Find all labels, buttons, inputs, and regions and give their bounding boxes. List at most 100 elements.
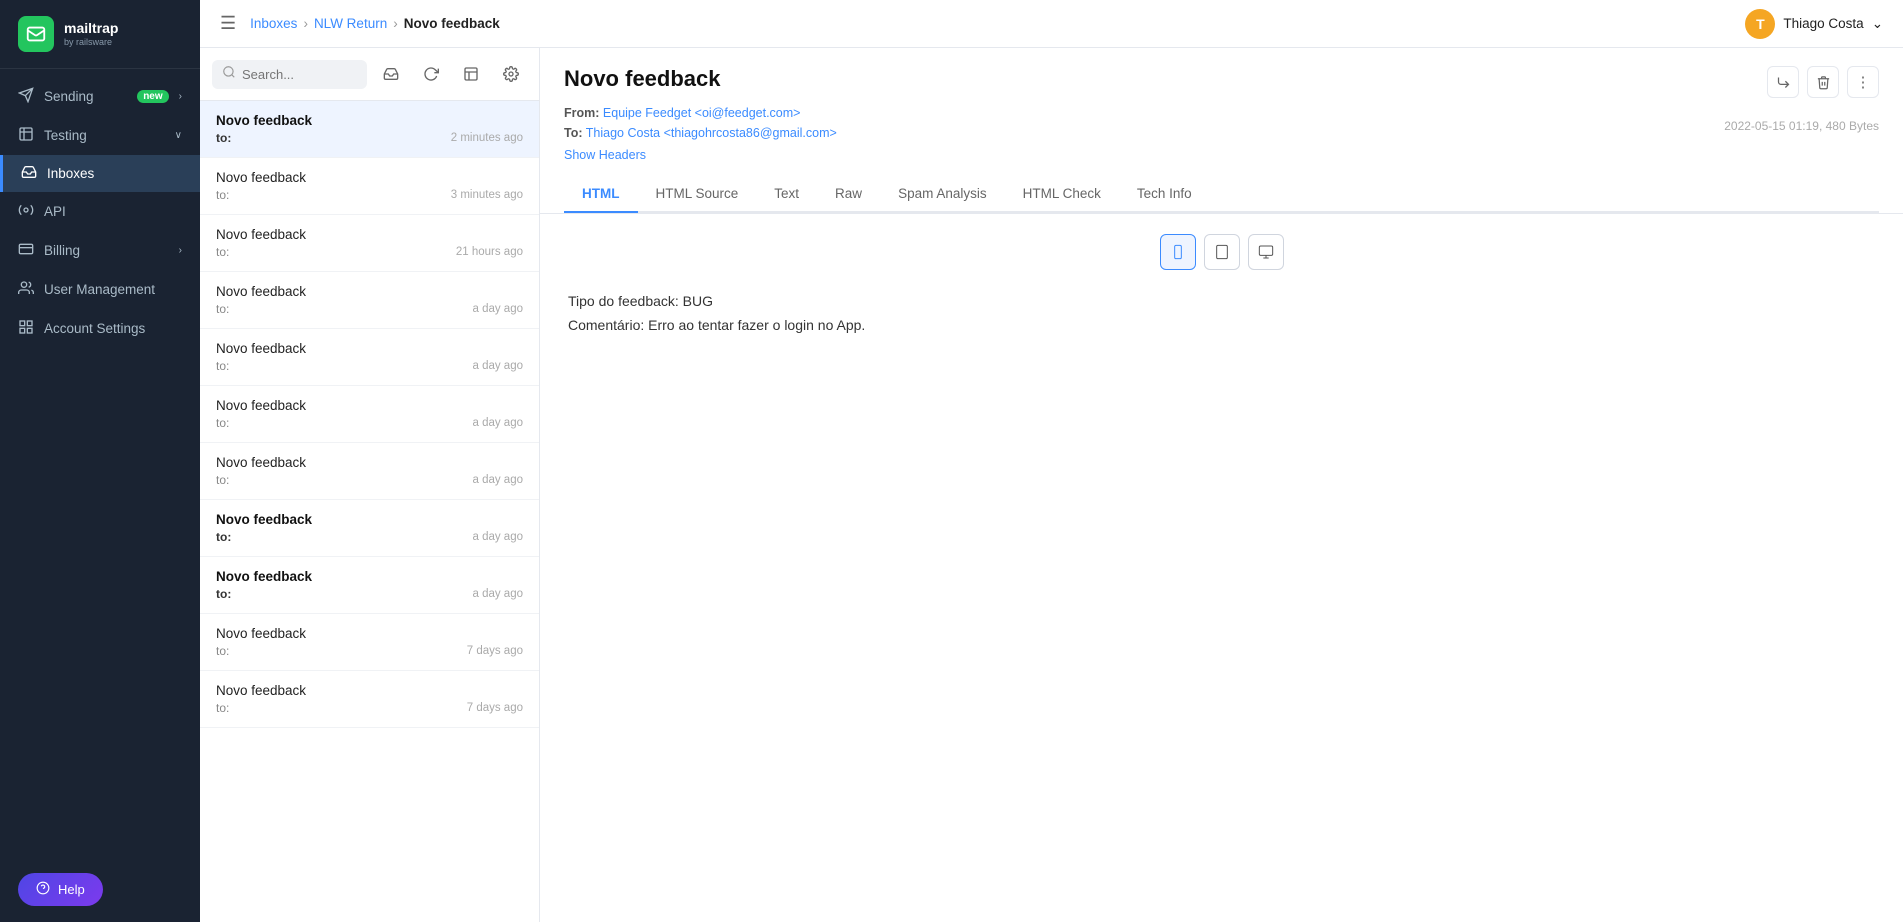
- tab-text[interactable]: Text: [756, 176, 817, 213]
- from-value: Equipe Feedget <oi@feedget.com>: [603, 106, 801, 120]
- email-to: to:: [216, 359, 229, 373]
- email-list-item[interactable]: Novo feedback to: a day ago: [200, 443, 539, 500]
- show-headers-link[interactable]: Show Headers: [564, 148, 646, 162]
- to-label: To:: [564, 126, 583, 140]
- testing-label: Testing: [44, 128, 165, 143]
- view-toggle: [564, 234, 1879, 270]
- email-list-item[interactable]: Novo feedback to: 2 minutes ago: [200, 101, 539, 158]
- filter-icon-btn[interactable]: [455, 58, 487, 90]
- api-icon: [18, 202, 34, 221]
- email-subject: Novo feedback: [216, 341, 523, 356]
- detail-title: Novo feedback: [564, 66, 721, 92]
- email-toolbar: [200, 48, 539, 101]
- sidebar-item-account-settings[interactable]: Account Settings: [0, 309, 200, 348]
- detail-title-row: Novo feedback ⋮: [564, 66, 1879, 98]
- tab-html-source[interactable]: HTML Source: [638, 176, 757, 213]
- email-subject: Novo feedback: [216, 170, 523, 185]
- mobile-view-button[interactable]: [1160, 234, 1196, 270]
- help-button[interactable]: Help: [18, 873, 103, 906]
- sending-label: Sending: [44, 89, 127, 104]
- email-to: to:: [216, 416, 229, 430]
- email-list-item[interactable]: Novo feedback to: a day ago: [200, 329, 539, 386]
- sidebar-item-api[interactable]: API: [0, 192, 200, 231]
- from-label: From:: [564, 106, 599, 120]
- email-list-panel: Novo feedback to: 2 minutes ago Novo fee…: [200, 48, 540, 922]
- chevron-down-icon: ⌄: [1872, 16, 1883, 32]
- email-to: to:: [216, 188, 229, 202]
- content: Novo feedback to: 2 minutes ago Novo fee…: [200, 48, 1903, 922]
- settings-icon: [18, 319, 34, 338]
- email-list-item[interactable]: Novo feedback to: a day ago: [200, 500, 539, 557]
- email-list-item[interactable]: Novo feedback to: a day ago: [200, 557, 539, 614]
- app-sub: by railsware: [64, 37, 118, 47]
- breadcrumb: Inboxes › NLW Return › Novo feedback: [250, 16, 500, 31]
- tab-raw[interactable]: Raw: [817, 176, 880, 213]
- email-list-item[interactable]: Novo feedback to: 21 hours ago: [200, 215, 539, 272]
- email-time: a day ago: [472, 303, 523, 315]
- help-label: Help: [58, 882, 85, 897]
- search-input[interactable]: [242, 67, 357, 82]
- menu-icon[interactable]: ☰: [220, 13, 236, 34]
- sending-badge: new: [137, 90, 168, 103]
- email-to: to:: [216, 701, 229, 715]
- sidebar-item-billing[interactable]: Billing ›: [0, 231, 200, 270]
- topbar: ☰ Inboxes › NLW Return › Novo feedback T…: [200, 0, 1903, 48]
- tablet-view-button[interactable]: [1204, 234, 1240, 270]
- email-subject: Novo feedback: [216, 284, 523, 299]
- tab-html[interactable]: HTML: [564, 176, 638, 213]
- breadcrumb-inboxes[interactable]: Inboxes: [250, 16, 297, 31]
- body-line-1: Tipo do feedback: BUG: [568, 290, 1875, 314]
- sidebar-item-sending[interactable]: Sending new ›: [0, 77, 200, 116]
- users-icon: [18, 280, 34, 299]
- api-label: API: [44, 204, 182, 219]
- detail-tabs: HTMLHTML SourceTextRawSpam AnalysisHTML …: [564, 176, 1879, 213]
- detail-body: Tipo do feedback: BUG Comentário: Erro a…: [540, 214, 1903, 922]
- billing-label: Billing: [44, 243, 169, 258]
- testing-icon: [18, 126, 34, 145]
- sidebar-bottom: Help: [0, 857, 200, 922]
- tab-spam-analysis[interactable]: Spam Analysis: [880, 176, 1005, 213]
- detail-timestamp: 2022-05-15 01:19, 480 Bytes: [1724, 119, 1879, 133]
- email-list-item[interactable]: Novo feedback to: a day ago: [200, 386, 539, 443]
- desktop-view-button[interactable]: [1248, 234, 1284, 270]
- inbox-icon: [21, 164, 37, 183]
- sidebar-item-testing[interactable]: Testing ∨: [0, 116, 200, 155]
- more-options-button[interactable]: ⋮: [1847, 66, 1879, 98]
- email-subject: Novo feedback: [216, 626, 523, 641]
- email-time: a day ago: [472, 417, 523, 429]
- chevron-right-icon-2: ›: [179, 245, 182, 256]
- email-time: a day ago: [472, 474, 523, 486]
- email-to: to:: [216, 302, 229, 316]
- sidebar-item-user-management[interactable]: User Management: [0, 270, 200, 309]
- sidebar-item-inboxes[interactable]: Inboxes: [0, 155, 200, 192]
- email-subject: Novo feedback: [216, 569, 523, 584]
- email-time: 7 days ago: [467, 645, 523, 657]
- refresh-icon-btn[interactable]: [415, 58, 447, 90]
- forward-button[interactable]: [1767, 66, 1799, 98]
- email-content: Tipo do feedback: BUG Comentário: Erro a…: [564, 290, 1879, 338]
- email-detail: Novo feedback ⋮ From:: [540, 48, 1903, 922]
- email-time: a day ago: [472, 588, 523, 600]
- email-list: Novo feedback to: 2 minutes ago Novo fee…: [200, 101, 539, 922]
- chevron-down-icon: ∨: [175, 130, 182, 141]
- breadcrumb-nlw[interactable]: NLW Return: [314, 16, 387, 31]
- app-name: mailtrap: [64, 21, 118, 36]
- inbox-icon-btn[interactable]: [375, 58, 407, 90]
- email-to: to:: [216, 245, 229, 259]
- email-list-item[interactable]: Novo feedback to: 7 days ago: [200, 614, 539, 671]
- email-list-item[interactable]: Novo feedback to: 3 minutes ago: [200, 158, 539, 215]
- delete-button[interactable]: [1807, 66, 1839, 98]
- logo: mailtrap by railsware: [0, 0, 200, 69]
- email-list-item[interactable]: Novo feedback to: a day ago: [200, 272, 539, 329]
- user-menu-button[interactable]: T Thiago Costa ⌄: [1745, 9, 1883, 39]
- help-icon: [36, 881, 50, 898]
- account-settings-label: Account Settings: [44, 321, 182, 336]
- email-to: to:: [216, 587, 231, 601]
- tab-html-check[interactable]: HTML Check: [1005, 176, 1119, 213]
- tab-tech-info[interactable]: Tech Info: [1119, 176, 1210, 213]
- settings-icon-btn[interactable]: [495, 58, 527, 90]
- email-subject: Novo feedback: [216, 113, 523, 128]
- detail-actions: ⋮: [1767, 66, 1879, 98]
- email-list-item[interactable]: Novo feedback to: 7 days ago: [200, 671, 539, 728]
- email-subject: Novo feedback: [216, 398, 523, 413]
